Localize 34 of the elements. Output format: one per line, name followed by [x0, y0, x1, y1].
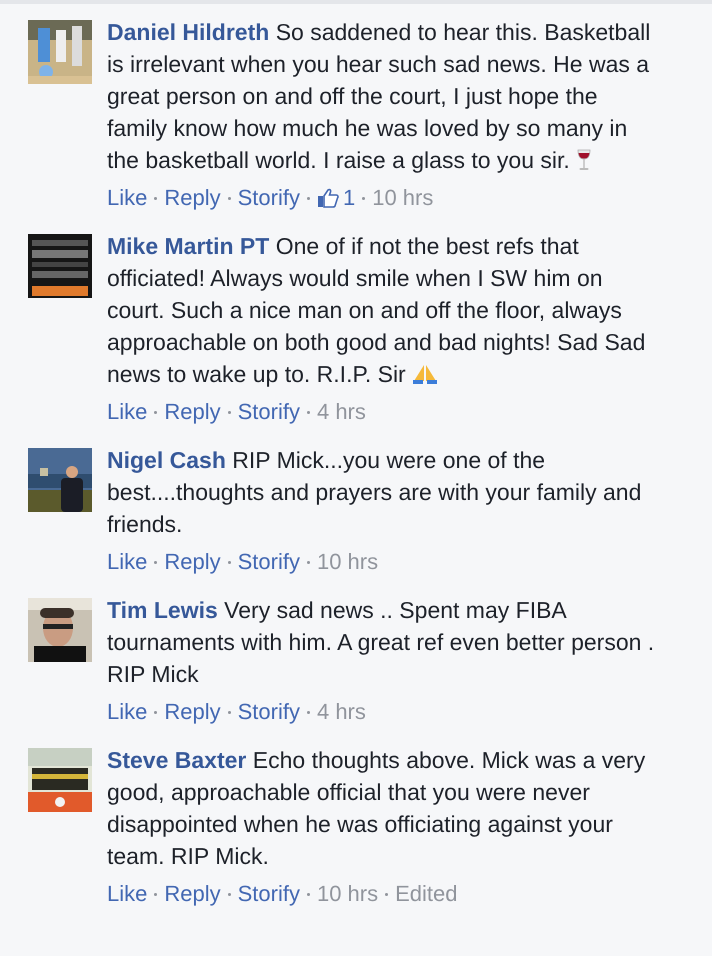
comment-text: Daniel Hildreth So saddened to hear this. Basketball is irrelevant when you hear such sad news. He was a great person on and off the court, I just hope the family know how much he was loved by so many in the basketball world. I raise a glass to you sir. [107, 18, 652, 175]
storify-link[interactable]: Storify [238, 547, 300, 577]
like-link[interactable]: Like [107, 697, 148, 727]
timestamp: 10 hrs [316, 880, 378, 908]
timestamp: 4 hrs [316, 698, 366, 726]
comment-text: Mike Martin PT One of if not the best refs that officiated! Always would smile when I SW him on court. Such a nice man on and off the floor, always approachable on both good and bad nights! Sad Sad news to wake up to. R.I.P. Sir [107, 232, 646, 389]
like-link[interactable]: Like [107, 879, 148, 909]
storify-link[interactable]: Storify [238, 879, 300, 909]
timestamp: 10 hrs [372, 184, 434, 212]
reply-link[interactable]: Reply [164, 879, 221, 909]
wine-glass-icon [576, 149, 592, 171]
timestamp: 10 hrs [316, 548, 378, 576]
comment-text: Steve Baxter Echo thoughts above. Mick was a very good, approachable official that you were never disappointed when he was officiating against your team. RIP Mick. [107, 746, 646, 871]
storify-link[interactable]: Storify [238, 183, 300, 213]
like-link[interactable]: Like [107, 547, 148, 577]
reply-link[interactable]: Reply [164, 397, 221, 427]
reply-link[interactable]: Reply [164, 697, 221, 727]
edited-label: Edited [395, 880, 458, 908]
storify-link[interactable]: Storify [238, 697, 300, 727]
thumbs-up-icon [316, 188, 339, 208]
like-link[interactable]: Like [107, 183, 148, 213]
storify-link[interactable]: Storify [238, 397, 300, 427]
author-link[interactable]: Steve Baxter [107, 747, 246, 773]
like-link[interactable]: Like [107, 397, 148, 427]
author-link[interactable]: Daniel Hildreth [107, 19, 270, 45]
timestamp: 4 hrs [316, 398, 366, 426]
reply-link[interactable]: Reply [164, 547, 221, 577]
like-count[interactable]: 1 [316, 183, 356, 213]
reply-link[interactable]: Reply [164, 183, 221, 213]
author-link[interactable]: Mike Martin PT [107, 233, 270, 259]
comment-text: Nigel Cash RIP Mick...you were one of the best....thoughts and prayers are with your family and friends. [107, 446, 642, 539]
author-link[interactable]: Tim Lewis [107, 597, 218, 623]
author-link[interactable]: Nigel Cash [107, 447, 226, 473]
comment-text: Tim Lewis Very sad news .. Spent may FIBA tournaments with him. A great ref even better person . RIP Mick [107, 596, 656, 689]
